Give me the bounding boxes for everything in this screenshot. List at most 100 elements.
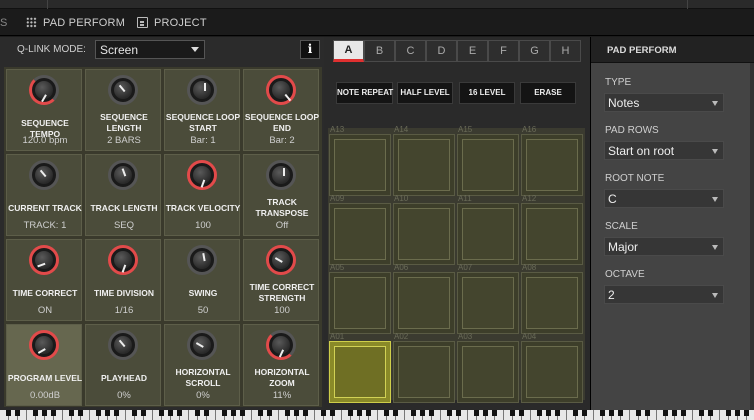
tab-project[interactable]: PROJECT xyxy=(137,9,207,36)
pad-rows-select[interactable]: Start on root xyxy=(604,141,724,160)
piano-black-key[interactable] xyxy=(105,410,110,416)
piano-black-key[interactable] xyxy=(618,410,623,416)
piano-black-key[interactable] xyxy=(177,410,182,416)
piano-black-key[interactable] xyxy=(69,410,74,416)
piano-black-key[interactable] xyxy=(555,410,560,416)
pad-a08[interactable]: A08 xyxy=(521,263,583,334)
pad-a06[interactable]: A06 xyxy=(393,263,455,334)
erase-button[interactable]: ERASE xyxy=(520,82,576,104)
knob-cell[interactable]: TIME CORRECT STRENGTH 100 xyxy=(243,239,319,321)
knob-dial[interactable] xyxy=(29,330,59,360)
knob-dial[interactable] xyxy=(29,75,59,105)
piano-black-key[interactable] xyxy=(708,410,713,416)
tab-partial[interactable]: S xyxy=(0,9,7,36)
pad-a12[interactable]: A12 xyxy=(521,194,583,265)
knob-cell[interactable]: SEQUENCE TEMPO 120.0 bpm xyxy=(6,69,82,151)
half-level-button[interactable]: HALF LEVEL xyxy=(397,82,453,104)
piano-black-key[interactable] xyxy=(573,410,578,416)
knob-cell[interactable]: CURRENT TRACK TRACK: 1 xyxy=(6,154,82,236)
piano-black-key[interactable] xyxy=(600,410,605,416)
knob-dial[interactable] xyxy=(29,160,59,190)
piano-black-key[interactable] xyxy=(267,410,272,416)
pad-a11[interactable]: A11 xyxy=(457,194,519,265)
type-select[interactable]: Notes xyxy=(604,93,724,112)
knob-dial[interactable] xyxy=(266,330,296,360)
knob-dial[interactable] xyxy=(108,330,138,360)
pad-a03[interactable]: A03 xyxy=(457,332,519,403)
piano-black-key[interactable] xyxy=(366,410,371,416)
piano-black-key[interactable] xyxy=(348,410,353,416)
knob-cell[interactable]: PLAYHEAD 0% xyxy=(85,324,161,406)
knob-cell[interactable]: TRACK LENGTH SEQ xyxy=(85,154,161,236)
piano-black-key[interactable] xyxy=(456,410,461,416)
piano-black-key[interactable] xyxy=(546,410,551,416)
piano-black-key[interactable] xyxy=(393,410,398,416)
piano-black-key[interactable] xyxy=(726,410,731,416)
pad-a02[interactable]: A02 xyxy=(393,332,455,403)
knob-dial[interactable] xyxy=(187,75,217,105)
piano-black-key[interactable] xyxy=(357,410,362,416)
tab-pad-perform[interactable]: PAD PERFORM xyxy=(26,9,125,36)
piano-black-key[interactable] xyxy=(51,410,56,416)
pad-a16[interactable]: A16 xyxy=(521,125,583,196)
info-button[interactable]: i xyxy=(300,40,320,59)
piano-black-key[interactable] xyxy=(672,410,677,416)
pad-bank-tab-g[interactable]: G xyxy=(519,40,550,62)
piano-black-key[interactable] xyxy=(141,410,146,416)
piano-black-key[interactable] xyxy=(330,410,335,416)
piano-black-key[interactable] xyxy=(240,410,245,416)
pad-a09[interactable]: A09 xyxy=(329,194,391,265)
pad-bank-tab-b[interactable]: B xyxy=(364,40,395,62)
scale-select[interactable]: Major xyxy=(604,237,724,256)
knob-dial[interactable] xyxy=(187,330,217,360)
scrollbar[interactable] xyxy=(750,63,754,410)
piano-black-key[interactable] xyxy=(204,410,209,416)
pad-bank-tab-c[interactable]: C xyxy=(395,40,426,62)
knob-dial[interactable] xyxy=(187,245,217,275)
piano-black-key[interactable] xyxy=(96,410,101,416)
octave-select[interactable]: 2 xyxy=(604,285,724,304)
piano-black-key[interactable] xyxy=(195,410,200,416)
pad-a14[interactable]: A14 xyxy=(393,125,455,196)
piano-black-key[interactable] xyxy=(447,410,452,416)
piano-black-key[interactable] xyxy=(159,410,164,416)
knob-dial[interactable] xyxy=(108,75,138,105)
pad-bank-tab-h[interactable]: H xyxy=(550,40,581,62)
pad-bank-tab-d[interactable]: D xyxy=(426,40,457,62)
16-level-button[interactable]: 16 LEVEL xyxy=(459,82,515,104)
piano-black-key[interactable] xyxy=(114,410,119,416)
note-repeat-button[interactable]: NOTE REPEAT xyxy=(336,82,393,104)
piano-black-key[interactable] xyxy=(78,410,83,416)
knob-cell[interactable]: PROGRAM LEVEL 0.00dB xyxy=(6,324,82,406)
piano-black-key[interactable] xyxy=(42,410,47,416)
knob-dial[interactable] xyxy=(266,160,296,190)
piano-black-key[interactable] xyxy=(294,410,299,416)
piano-black-key[interactable] xyxy=(519,410,524,416)
piano-black-key[interactable] xyxy=(33,410,38,416)
pad-a04[interactable]: A04 xyxy=(521,332,583,403)
knob-cell[interactable]: TRACK TRANSPOSE Off xyxy=(243,154,319,236)
piano-black-key[interactable] xyxy=(420,410,425,416)
piano-black-key[interactable] xyxy=(645,410,650,416)
knob-cell[interactable]: HORIZONTAL SCROLL 0% xyxy=(164,324,240,406)
knob-cell[interactable]: TIME DIVISION 1/16 xyxy=(85,239,161,321)
piano-black-key[interactable] xyxy=(258,410,263,416)
piano-black-key[interactable] xyxy=(384,410,389,416)
piano-keyboard[interactable] xyxy=(0,410,754,420)
pad-a05[interactable]: A05 xyxy=(329,263,391,334)
piano-black-key[interactable] xyxy=(483,410,488,416)
piano-black-key[interactable] xyxy=(681,410,686,416)
qlink-mode-select[interactable]: Screen xyxy=(95,40,205,59)
knob-dial[interactable] xyxy=(187,160,217,190)
knob-cell[interactable]: TIME CORRECT ON xyxy=(6,239,82,321)
piano-black-key[interactable] xyxy=(15,410,20,416)
knob-dial[interactable] xyxy=(266,75,296,105)
pad-bank-tab-e[interactable]: E xyxy=(457,40,488,62)
knob-cell[interactable]: HORIZONTAL ZOOM 11% xyxy=(243,324,319,406)
pad-a13[interactable]: A13 xyxy=(329,125,391,196)
knob-dial[interactable] xyxy=(29,245,59,275)
piano-black-key[interactable] xyxy=(744,410,749,416)
knob-dial[interactable] xyxy=(266,245,296,275)
piano-black-key[interactable] xyxy=(537,410,542,416)
piano-black-key[interactable] xyxy=(222,410,227,416)
